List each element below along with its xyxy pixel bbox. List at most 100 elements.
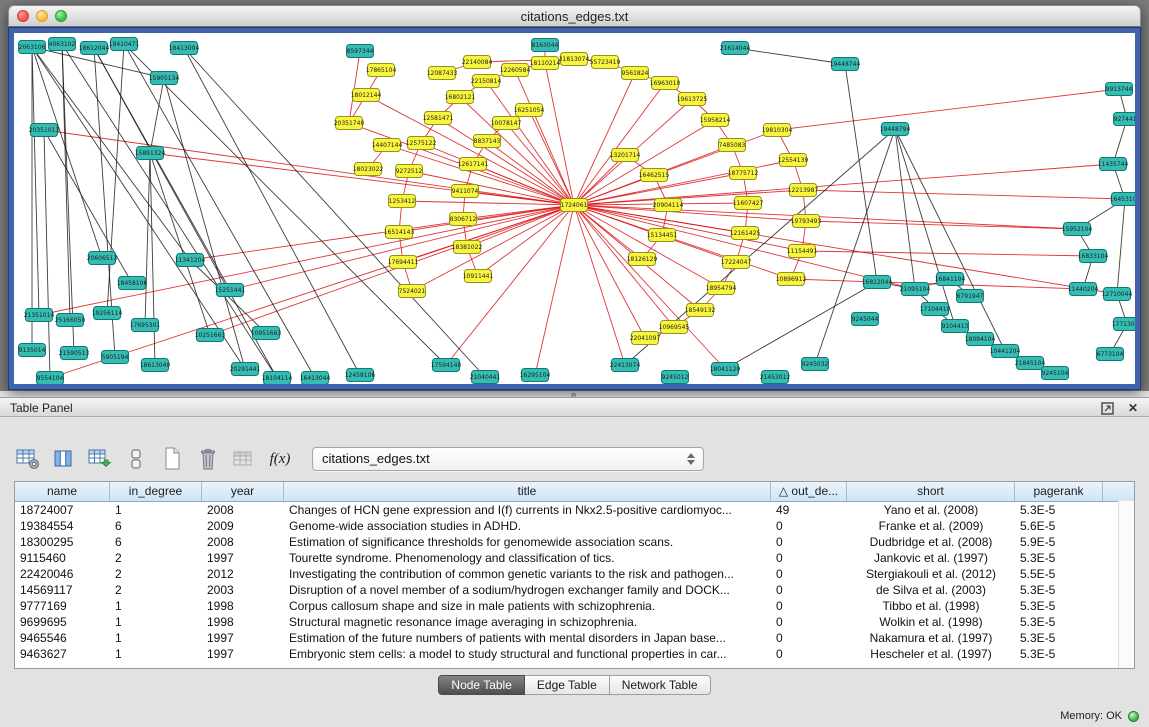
graph-node[interactable]: 18549132 — [685, 304, 716, 317]
tab-network-table[interactable]: Network Table — [610, 675, 711, 695]
graph-node[interactable]: 15134451 — [647, 229, 678, 242]
graph-node[interactable]: 12710044 — [1102, 288, 1133, 301]
delete-table-button[interactable] — [194, 445, 222, 473]
graph-node[interactable]: 12581471 — [423, 112, 454, 125]
graph-node[interactable]: 9245012 — [662, 371, 689, 384]
tab-edge-table[interactable]: Edge Table — [525, 675, 610, 695]
graph-node[interactable]: 21095104 — [900, 283, 931, 296]
import-table-button[interactable] — [86, 445, 114, 473]
graph-node[interactable]: 15952104 — [1062, 223, 1093, 236]
graph-node[interactable]: 9104413 — [942, 320, 969, 333]
graph-node[interactable]: 7524021 — [399, 285, 426, 298]
graph-node[interactable]: 11440204 — [1068, 283, 1099, 296]
graph-node[interactable]: 7485083 — [719, 139, 746, 152]
graph-node[interactable]: 18413004 — [169, 42, 200, 55]
graph-node[interactable]: 15251441 — [215, 284, 246, 297]
function-builder-button[interactable]: f(x) — [266, 445, 294, 473]
graph-node[interactable]: 15958214 — [700, 114, 731, 127]
table-vertical-scrollbar[interactable] — [1118, 501, 1134, 668]
graph-node[interactable]: 11435744 — [1098, 158, 1129, 171]
graph-node[interactable]: 18110214 — [530, 57, 561, 70]
graph-node[interactable]: 18612044 — [79, 42, 110, 55]
table-row[interactable]: 1872400712008Changes of HCN gene express… — [15, 502, 1134, 518]
graph-node[interactable]: 17594140 — [431, 359, 462, 372]
network-canvas-svg[interactable]: 1724061752402117694411165141431253412927… — [14, 33, 1135, 384]
graph-node[interactable]: 15891324 — [135, 147, 166, 160]
column-header-2[interactable]: year — [202, 482, 284, 501]
graph-node[interactable]: 21040441 — [470, 371, 501, 384]
graph-node[interactable]: 20291441 — [230, 363, 261, 376]
graph-node[interactable]: 9561824 — [622, 67, 649, 80]
graph-node[interactable]: 4063102 — [49, 38, 76, 51]
graph-node[interactable]: 17713054 — [1112, 318, 1135, 331]
new-table-button[interactable] — [158, 445, 186, 473]
graph-node[interactable]: 9274413 — [1114, 113, 1136, 126]
graph-node[interactable]: 16841104 — [935, 273, 966, 286]
graph-node[interactable]: 19448794 — [880, 123, 911, 136]
graph-node[interactable]: 21614044 — [720, 42, 751, 55]
graph-node[interactable]: 19793493 — [791, 215, 822, 228]
graph-node[interactable]: 10078147 — [491, 117, 522, 130]
graph-node[interactable]: 10896912 — [776, 273, 807, 286]
graph-node[interactable]: 12458106 — [345, 369, 376, 382]
graph-node[interactable]: 19256114 — [92, 307, 123, 320]
graph-node[interactable]: 18775712 — [728, 167, 759, 180]
graph-node[interactable]: 8163044 — [532, 39, 559, 52]
graph-node[interactable]: 6773104 — [1097, 348, 1124, 361]
table-settings-button[interactable] — [14, 445, 42, 473]
graph-node[interactable]: 17224047 — [721, 256, 752, 269]
graph-node[interactable]: 18613040 — [140, 359, 171, 372]
table-row[interactable]: 911546021997Tourette syndrome. Phenomeno… — [15, 550, 1134, 566]
graph-node[interactable]: 12575122 — [406, 137, 437, 150]
graph-node[interactable]: 21453012 — [760, 371, 791, 384]
graph-node[interactable]: 16812044 — [862, 276, 893, 289]
graph-node[interactable]: 19410471 — [109, 38, 140, 51]
graph-node[interactable]: 1253412 — [389, 195, 416, 208]
graph-node[interactable]: 18041129 — [710, 363, 741, 376]
table-row[interactable]: 977716911998Corpus callosum shape and si… — [15, 598, 1134, 614]
graph-node[interactable]: 9272512 — [396, 165, 423, 178]
graph-node[interactable]: 18458106 — [117, 277, 148, 290]
graph-node[interactable]: 16453104 — [1110, 193, 1135, 206]
show-columns-button[interactable] — [50, 445, 78, 473]
graph-node[interactable]: 16251054 — [514, 104, 545, 117]
graph-node[interactable]: 18954794 — [706, 282, 737, 295]
graph-node[interactable]: 31813074 — [559, 53, 590, 66]
graph-node[interactable]: 19448744 — [830, 58, 861, 71]
graph-node[interactable]: 18381022 — [452, 241, 483, 254]
graph-node[interactable]: 16833104 — [1078, 250, 1109, 263]
graph-node[interactable]: 9411074 — [452, 185, 479, 198]
graph-node[interactable]: 12260584 — [500, 64, 531, 77]
graph-node[interactable]: 1724061 — [561, 199, 588, 212]
graph-node[interactable]: 16462515 — [639, 169, 670, 182]
graph-node[interactable]: 10251663 — [195, 329, 226, 342]
graph-node[interactable]: 8597344 — [347, 45, 374, 58]
graph-node[interactable]: 16413044 — [300, 372, 331, 385]
graph-node[interactable]: 9135014 — [19, 344, 46, 357]
graph-node[interactable]: 20606513 — [87, 252, 118, 265]
graph-node[interactable]: 17865104 — [366, 64, 397, 77]
graph-node[interactable]: 16514143 — [384, 226, 415, 239]
graph-node[interactable]: 6791947 — [957, 290, 984, 303]
graph-node[interactable]: 14407144 — [372, 139, 403, 152]
column-header-1[interactable]: in_degree — [110, 482, 202, 501]
graph-node[interactable]: 22041097 — [630, 332, 661, 345]
graph-node[interactable]: 5905194 — [102, 351, 129, 364]
graph-node[interactable]: 12161425 — [730, 227, 761, 240]
graph-node[interactable]: 15905134 — [149, 72, 180, 85]
float-panel-icon[interactable] — [1099, 400, 1115, 416]
graph-node[interactable]: 22140084 — [462, 56, 493, 69]
column-header-6[interactable]: pagerank — [1015, 482, 1103, 501]
graph-node[interactable]: 10969545 — [659, 321, 690, 334]
column-header-0[interactable]: name — [15, 482, 110, 501]
graph-node[interactable]: 17695301 — [130, 319, 161, 332]
graph-node[interactable]: 18023022 — [353, 163, 384, 176]
graph-node[interactable]: 22150814 — [471, 75, 502, 88]
graph-node[interactable]: 8306712 — [450, 213, 477, 226]
graph-node[interactable]: 13201714 — [610, 149, 641, 162]
graph-node[interactable]: 19613725 — [677, 93, 708, 106]
graph-node[interactable]: 12617141 — [458, 158, 489, 171]
graph-node[interactable]: 10911441 — [463, 270, 494, 283]
graph-node[interactable]: 20351013 — [29, 124, 60, 137]
table-row[interactable]: 2242004622012Investigating the contribut… — [15, 566, 1134, 582]
